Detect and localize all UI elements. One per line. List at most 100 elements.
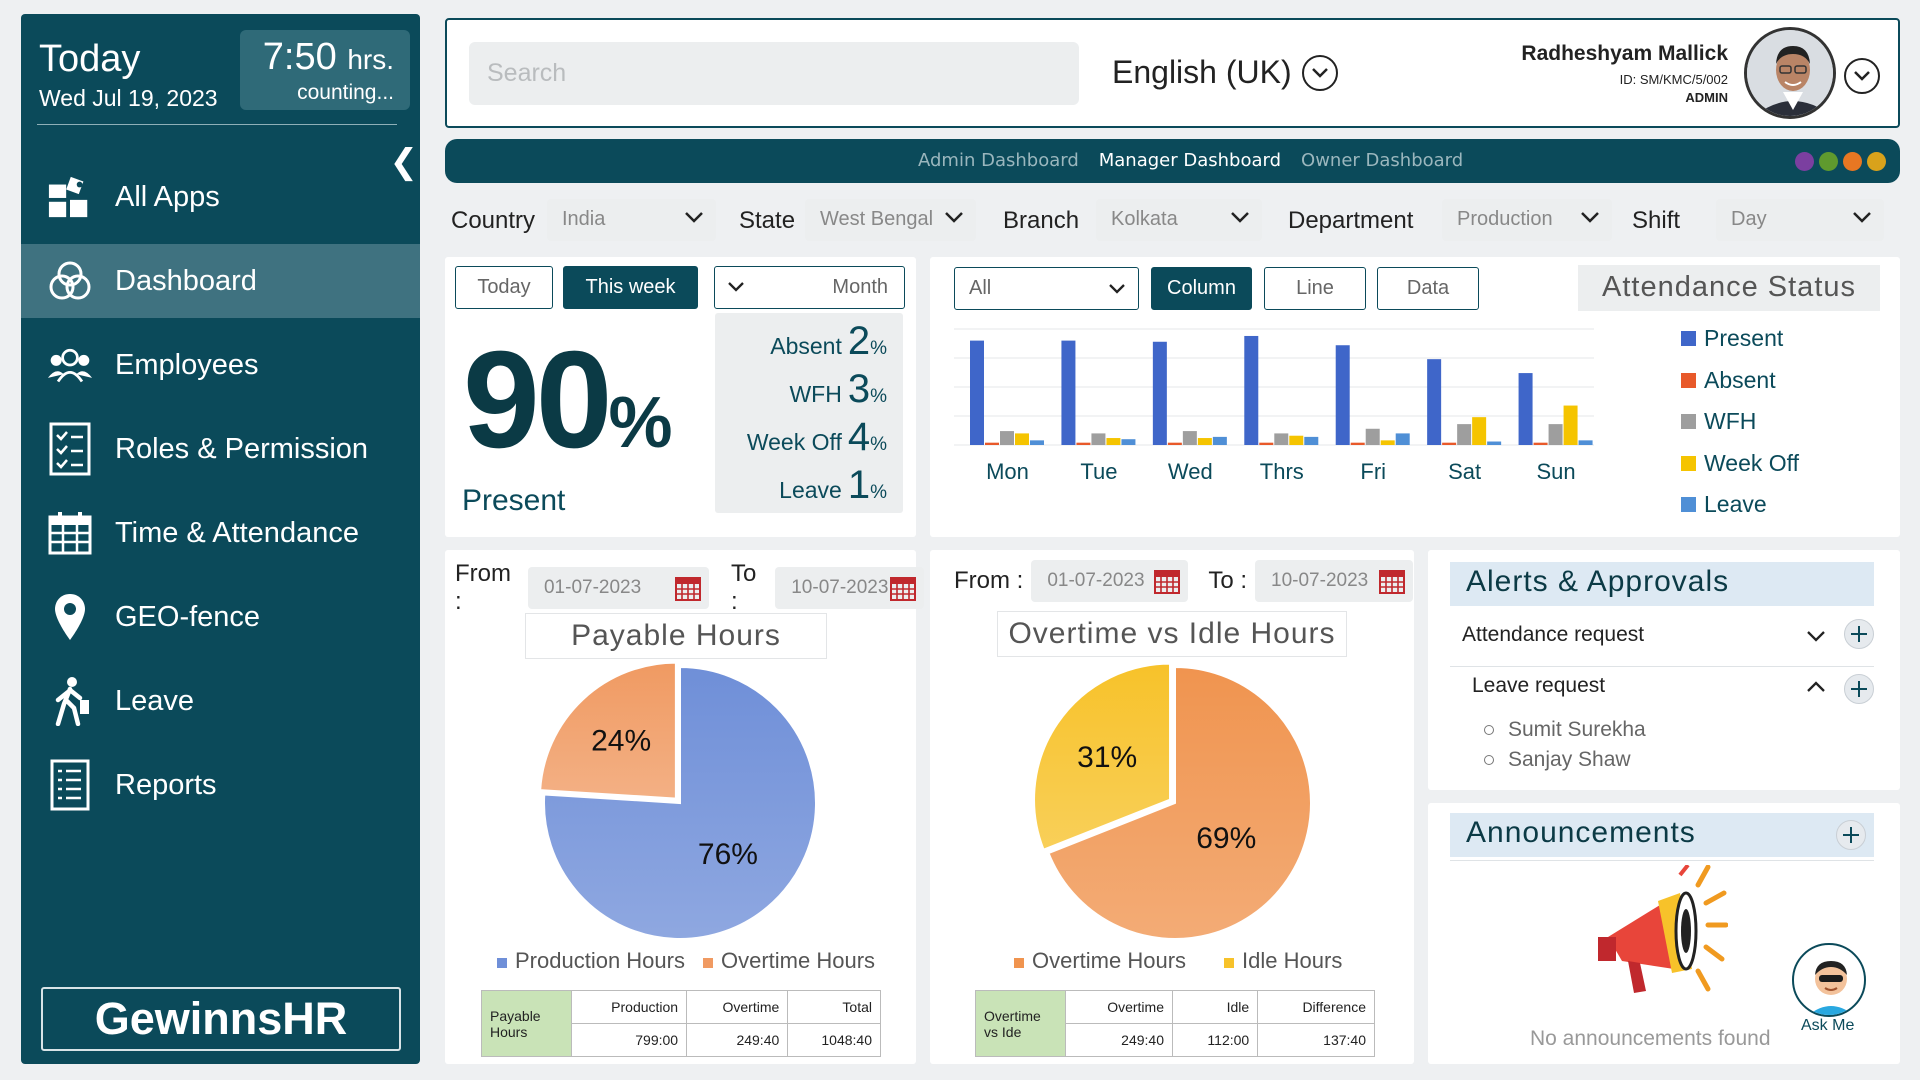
language-selector[interactable]: English (UK) — [1112, 54, 1338, 91]
bar-leave-tue[interactable] — [1121, 439, 1136, 445]
add-announcement-icon[interactable] — [1836, 820, 1866, 850]
payable-hours-card: From : 01-07-2023 To : 10-07-2023 Payabl… — [445, 550, 925, 1064]
sidebar-item-label: Reports — [115, 768, 217, 801]
list-item[interactable]: Sanjay Shaw — [1484, 748, 1631, 772]
from-date-input[interactable]: 01-07-2023 — [1031, 560, 1189, 602]
sidebar-item-label: Dashboard — [115, 264, 257, 297]
avatar[interactable] — [1744, 27, 1836, 119]
bar-leave-wed[interactable] — [1212, 436, 1227, 445]
list-item[interactable]: Sumit Surekha — [1484, 718, 1646, 742]
table-row-head: Overtime vs Ide — [975, 990, 1066, 1057]
country-value: India — [562, 208, 606, 230]
bar-absent-tue[interactable] — [1076, 442, 1091, 445]
bar-present-sat[interactable] — [1427, 359, 1442, 445]
to-date-input[interactable]: 10-07-2023 — [775, 567, 925, 609]
bar-week-off-fri[interactable] — [1380, 440, 1395, 445]
wfh-value: 3 — [847, 367, 871, 411]
bar-absent-wed[interactable] — [1167, 442, 1182, 445]
chevron-up-icon[interactable] — [1806, 680, 1826, 694]
sidebar-item-all-apps[interactable]: All Apps — [21, 160, 420, 234]
state-select[interactable]: West Bengal — [805, 199, 976, 241]
bar-present-wed[interactable] — [1152, 341, 1167, 445]
to-date-input[interactable]: 10-07-2023 — [1255, 560, 1414, 602]
sidebar-item-leave[interactable]: Leave — [21, 664, 420, 738]
tab-manager-dashboard[interactable]: Manager Dashboard — [1099, 150, 1281, 171]
bar-leave-sun[interactable] — [1578, 440, 1593, 445]
search-input[interactable] — [469, 42, 1079, 105]
bar-wfh-tue[interactable] — [1091, 433, 1106, 445]
theme-dot-gold[interactable] — [1867, 152, 1886, 171]
bar-absent-sat[interactable] — [1442, 442, 1457, 445]
brand-logo[interactable]: GewinnsHR — [41, 987, 401, 1051]
sidebar-item-employees[interactable]: Employees — [21, 328, 420, 402]
bar-absent-thrs[interactable] — [1259, 442, 1274, 445]
ask-me-avatar[interactable] — [1792, 943, 1866, 1017]
bar-wfh-mon[interactable] — [1000, 431, 1014, 445]
bar-present-mon[interactable] — [970, 340, 984, 445]
sidebar-item-reports[interactable]: Reports — [21, 748, 420, 822]
table-cell: 112:00 — [1171, 1023, 1259, 1057]
location-pin-icon — [47, 594, 93, 640]
theme-dot-orange[interactable] — [1843, 152, 1862, 171]
series-filter-select[interactable]: All — [954, 267, 1139, 310]
this-week-button[interactable]: This week — [563, 266, 698, 309]
add-leave-request-icon[interactable] — [1844, 674, 1874, 704]
theme-dot-purple[interactable] — [1795, 152, 1814, 171]
bar-leave-sat[interactable] — [1487, 441, 1502, 445]
bar-absent-fri[interactable] — [1350, 442, 1365, 445]
theme-dot-green[interactable] — [1819, 152, 1838, 171]
present-unit: % — [608, 383, 673, 463]
sidebar-item-time-attendance[interactable]: Time & Attendance — [21, 496, 420, 570]
bar-week-off-sun[interactable] — [1563, 405, 1578, 445]
chevron-down-icon[interactable] — [1806, 629, 1826, 643]
bar-wfh-thrs[interactable] — [1274, 433, 1289, 445]
bar-present-sun[interactable] — [1518, 373, 1533, 445]
sidebar-item-roles-permission[interactable]: Roles & Permission — [21, 412, 420, 486]
bar-wfh-fri[interactable] — [1365, 428, 1380, 445]
bar-week-off-tue[interactable] — [1106, 438, 1121, 445]
bar-present-fri[interactable] — [1335, 345, 1350, 445]
bar-leave-thrs[interactable] — [1304, 436, 1319, 445]
legend-present: Present — [1681, 325, 1783, 352]
bar-wfh-wed[interactable] — [1182, 431, 1197, 445]
bar-absent-mon[interactable] — [985, 442, 999, 445]
attendance-bar-chart: Mon Tue Wed Thrs Fri Sat Sun — [954, 328, 1594, 484]
attendance-request-row[interactable]: Attendance request — [1462, 619, 1874, 649]
bar-leave-mon[interactable] — [1030, 440, 1044, 445]
line-view-button[interactable]: Line — [1264, 267, 1366, 310]
from-date-input[interactable]: 01-07-2023 — [527, 567, 709, 609]
column-view-button[interactable]: Column — [1151, 267, 1252, 310]
time-counter: 7:50 hrs. counting... — [240, 30, 410, 110]
tab-owner-dashboard[interactable]: Owner Dashboard — [1301, 150, 1463, 171]
bar-week-off-sat[interactable] — [1472, 417, 1487, 445]
legend-absent: Absent — [1681, 367, 1776, 394]
bar-wfh-sun[interactable] — [1548, 424, 1563, 445]
absent-value: 2 — [847, 319, 871, 363]
bar-wfh-sat[interactable] — [1457, 424, 1472, 445]
shift-select[interactable]: Day — [1716, 199, 1884, 241]
bar-present-thrs[interactable] — [1244, 335, 1259, 445]
department-select[interactable]: Production — [1442, 199, 1612, 241]
branch-select[interactable]: Kolkata — [1096, 199, 1262, 241]
bar-present-tue[interactable] — [1061, 340, 1076, 445]
ask-me-label[interactable]: Ask Me — [1801, 1017, 1854, 1035]
country-select[interactable]: India — [547, 199, 716, 241]
sidebar-item-geo-fence[interactable]: GEO-fence — [21, 580, 420, 654]
report-icon — [47, 759, 93, 811]
leave-request-row[interactable]: Leave request — [1472, 674, 1874, 704]
attendance-request-label: Attendance request — [1462, 623, 1645, 646]
user-menu-chevron-icon[interactable] — [1844, 58, 1880, 94]
month-select[interactable]: Month — [714, 266, 905, 309]
data-view-button[interactable]: Data — [1377, 267, 1479, 310]
sidebar-item-dashboard[interactable]: Dashboard — [21, 244, 420, 318]
bar-week-off-thrs[interactable] — [1289, 435, 1304, 445]
dashboard-icon — [47, 258, 93, 304]
bar-leave-fri[interactable] — [1395, 433, 1410, 445]
add-attendance-request-icon[interactable] — [1844, 619, 1874, 649]
bar-week-off-mon[interactable] — [1015, 433, 1029, 445]
tab-admin-dashboard[interactable]: Admin Dashboard — [918, 150, 1079, 171]
bar-week-off-wed[interactable] — [1197, 438, 1212, 445]
today-button[interactable]: Today — [455, 266, 553, 309]
bar-absent-sun[interactable] — [1533, 442, 1548, 445]
walking-person-icon — [47, 677, 93, 726]
